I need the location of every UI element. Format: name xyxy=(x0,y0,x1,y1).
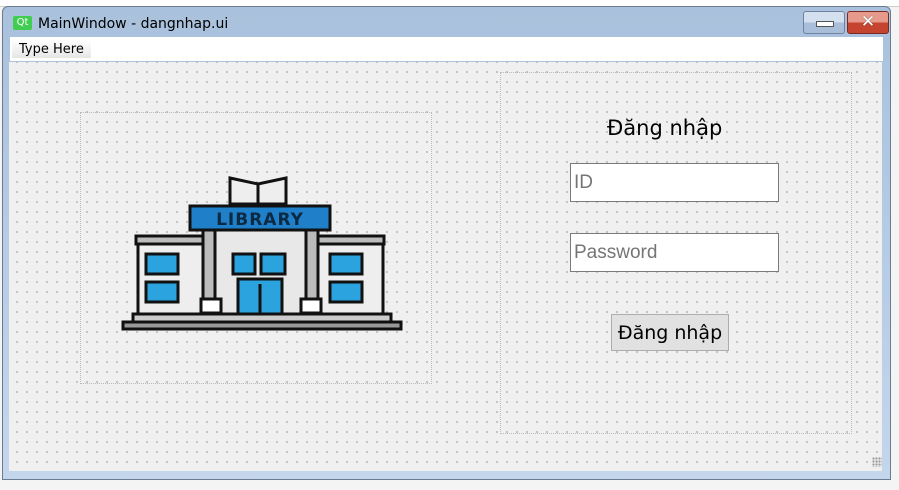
login-button[interactable]: Đăng nhập xyxy=(611,314,729,351)
login-heading: Đăng nhập xyxy=(607,116,723,140)
library-logo: LIBRARY xyxy=(121,176,403,331)
window-title: MainWindow - dangnhap.ui xyxy=(38,16,229,32)
resize-grip[interactable] xyxy=(872,457,882,467)
id-input[interactable] xyxy=(570,163,779,202)
logo-text: LIBRARY xyxy=(216,210,304,230)
minimize-icon xyxy=(816,21,834,27)
minimize-button[interactable] xyxy=(803,11,845,34)
title-bar[interactable]: Qt MainWindow - dangnhap.ui ✕ xyxy=(3,7,890,37)
password-input[interactable] xyxy=(570,233,779,272)
close-icon: ✕ xyxy=(860,12,876,32)
close-button[interactable]: ✕ xyxy=(847,11,889,34)
qt-icon: Qt xyxy=(13,16,32,30)
menu-bar: Type Here xyxy=(10,37,883,61)
menu-item-type-here[interactable]: Type Here xyxy=(12,40,91,58)
